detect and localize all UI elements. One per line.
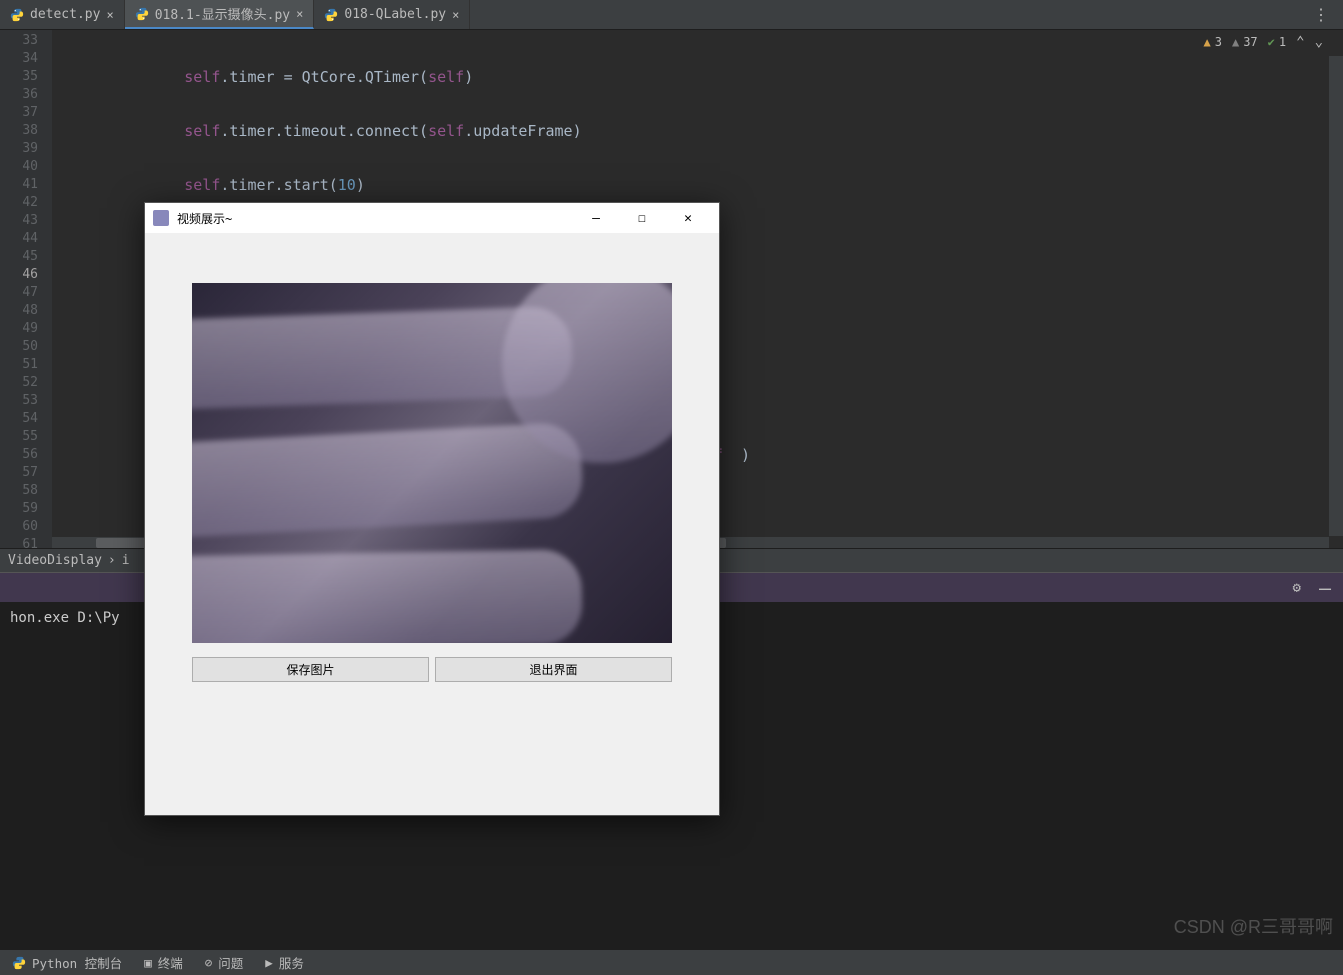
chevron-up-icon[interactable]: ⌃ (1296, 34, 1304, 50)
warning-icon: ▲ (1232, 35, 1239, 49)
play-icon: ▶ (265, 955, 273, 970)
python-icon (12, 956, 26, 970)
code-line: self.timer.timeout.connect(self.updateFr… (52, 122, 1343, 140)
inspection-status: ▲3 ▲37 ✔1 ⌃ ⌄ (1204, 34, 1324, 50)
gear-icon[interactable]: ⚙ (1293, 580, 1301, 596)
warning-icon: ▲ (1204, 35, 1211, 49)
btn-python-console[interactable]: Python 控制台 (12, 953, 122, 972)
exit-button[interactable]: 退出界面 (435, 657, 672, 682)
minimize-icon[interactable]: — (1319, 583, 1331, 593)
check-icon: ✔ (1268, 35, 1275, 49)
popup-title-text: 视频展示~ (177, 210, 232, 227)
video-popup: 视频展示~ — ☐ ✕ 保存图片 退出界面 (144, 202, 720, 816)
btn-terminal[interactable]: ▣ 终端 (144, 953, 183, 972)
close-icon[interactable]: × (452, 8, 459, 22)
btn-services[interactable]: ▶ 服务 (265, 953, 304, 972)
popup-titlebar[interactable]: 视频展示~ — ☐ ✕ (145, 203, 719, 233)
maximize-button[interactable]: ☐ (619, 203, 665, 233)
problems-icon: ⊘ (205, 955, 213, 970)
chevron-down-icon[interactable]: ⌄ (1315, 34, 1323, 50)
close-button[interactable]: ✕ (665, 203, 711, 233)
minimize-button[interactable]: — (573, 203, 619, 233)
warning-yellow[interactable]: ▲3 (1204, 35, 1222, 49)
breadcrumb-item[interactable]: i (122, 553, 130, 568)
python-icon (135, 7, 149, 21)
terminal-icon: ▣ (144, 955, 152, 970)
breadcrumb-item[interactable]: VideoDisplay (8, 553, 102, 568)
tab-detect[interactable]: detect.py × (0, 0, 125, 29)
video-display (192, 283, 672, 643)
window-controls: — ☐ ✕ (573, 203, 711, 233)
gutter: 33 34 35 36 37 38 39 40 41 42 43 44 45 4… (0, 30, 52, 548)
tab-label: 018-QLabel.py (344, 7, 446, 22)
popup-body: 保存图片 退出界面 (145, 233, 719, 815)
warning-grey[interactable]: ▲37 (1232, 35, 1258, 49)
button-row: 保存图片 退出界面 (192, 657, 672, 682)
python-icon (324, 8, 338, 22)
tab-label: detect.py (30, 7, 100, 22)
btn-problems[interactable]: ⊘ 问题 (205, 953, 244, 972)
save-image-button[interactable]: 保存图片 (192, 657, 429, 682)
app-icon (153, 210, 169, 226)
code-line: self.timer = QtCore.QTimer(self) (52, 68, 1343, 86)
minimap[interactable] (1329, 56, 1343, 536)
tab-bar: detect.py × 018.1-显示摄像头.py × 018-QLabel.… (0, 0, 1343, 30)
close-icon[interactable]: × (296, 7, 303, 21)
bottom-toolbar: Python 控制台 ▣ 终端 ⊘ 问题 ▶ 服务 (0, 949, 1343, 975)
close-icon[interactable]: × (106, 8, 113, 22)
python-icon (10, 8, 24, 22)
kebab-icon[interactable]: ⋮ (1299, 5, 1343, 24)
chevron-right-icon: › (108, 553, 116, 568)
code-line: self.timer.start(10) (52, 176, 1343, 194)
tab-camera[interactable]: 018.1-显示摄像头.py × (125, 0, 315, 29)
tab-qlabel[interactable]: 018-QLabel.py × (314, 0, 470, 29)
tab-label: 018.1-显示摄像头.py (155, 4, 290, 23)
check-green[interactable]: ✔1 (1268, 35, 1286, 49)
